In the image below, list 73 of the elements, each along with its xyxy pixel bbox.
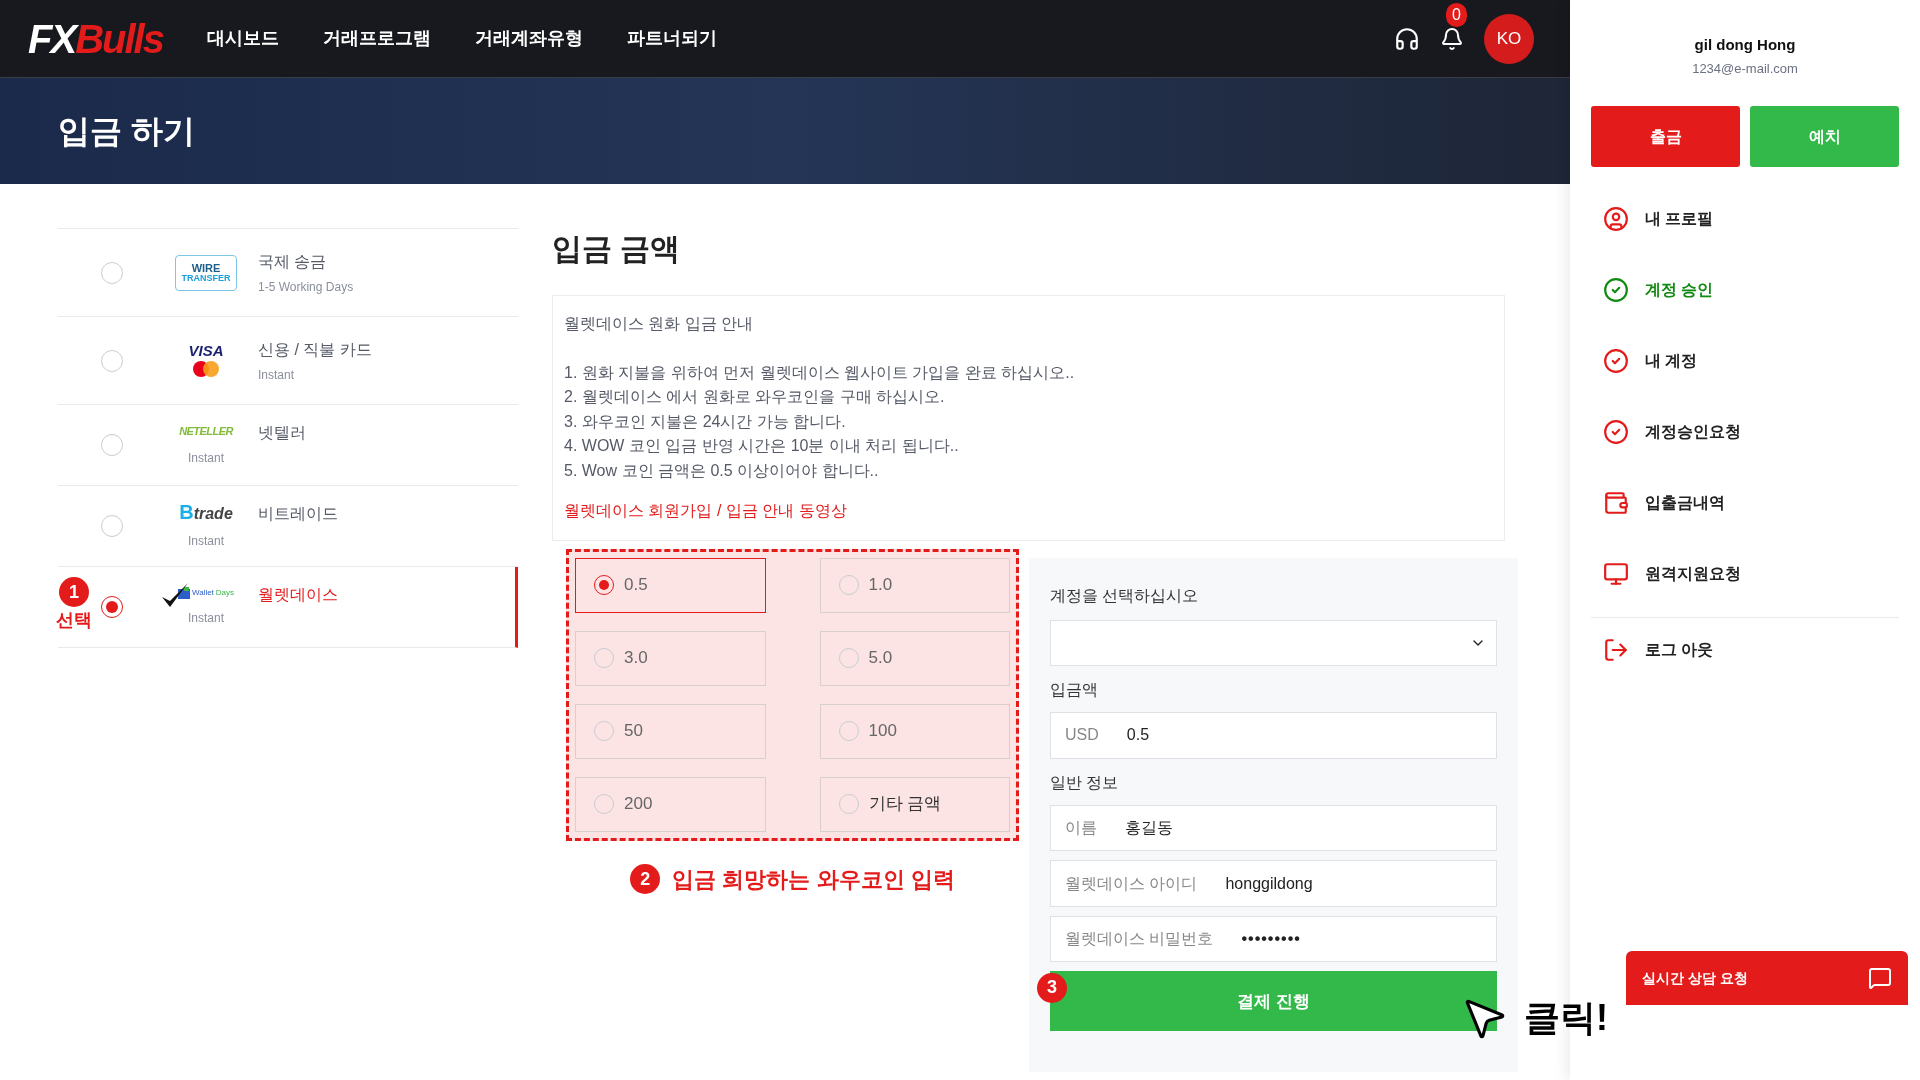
notification-count-badge: 0	[1446, 2, 1467, 27]
method-name: 월렛데이스	[258, 585, 338, 605]
video-guide-link[interactable]: 월렛데이스 회원가입 / 입금 안내 동영상	[564, 499, 1493, 524]
sidebar-menu-item[interactable]: 내 프로필	[1591, 183, 1899, 254]
section-title: 입금 금액	[552, 231, 682, 267]
form-label: 일반 정보	[1050, 772, 1120, 793]
sidebar-menu-item[interactable]: 계정 승인	[1591, 254, 1899, 325]
method-note: 1-5 Working Days	[258, 278, 354, 296]
amount-option[interactable]: 1.0	[819, 557, 1010, 613]
amount-option[interactable]: 200	[575, 776, 766, 832]
neteller-logo: NETELLER	[179, 423, 233, 439]
step-number-badge: 3	[1037, 972, 1067, 1003]
method-note: Instant	[188, 610, 224, 627]
sidebar-menu-item[interactable]: 계정승인요청	[1591, 396, 1899, 467]
check-circle-icon	[1603, 276, 1629, 303]
user-icon	[1603, 205, 1629, 232]
amount-option[interactable]: 0.5	[575, 557, 766, 613]
info-text: 3. 와우코인 지불은 24시간 가능 합니다.	[564, 411, 847, 432]
language-avatar-button[interactable]: KO	[1484, 13, 1534, 64]
logout-link[interactable]: 로그 아웃	[1591, 618, 1899, 682]
account-select[interactable]	[1050, 619, 1497, 667]
nav-link[interactable]: 거래계좌유형	[474, 25, 583, 52]
live-chat-button[interactable]: 실시간 상담 요청	[1626, 951, 1908, 1005]
info-text: 4. WOW 코인 입금 반영 시간은 10분 이내 처리 됩니다..	[564, 436, 960, 456]
headset-icon[interactable]	[1394, 25, 1420, 52]
logo: FXBulls	[28, 18, 163, 59]
form-label: 입금액	[1050, 680, 1099, 701]
method-name: 신용 / 직불 카드	[258, 339, 372, 360]
info-text: 5. Wow 코인 금액은 0.5 이상이어야 합니다..	[564, 460, 880, 481]
click-label: 클릭!	[1524, 995, 1608, 1040]
method-note: Instant	[188, 450, 224, 468]
nav-link[interactable]: 파트너되기	[626, 25, 717, 52]
amount-option[interactable]: 100	[819, 703, 1010, 759]
amount-option[interactable]: 기타 금액	[819, 776, 1010, 832]
method-name: 국제 송금	[258, 251, 328, 272]
nav-link[interactable]: 대시보드	[206, 25, 279, 52]
form-label: 계정을 선택하십시오	[1050, 585, 1200, 606]
user-name: gil dong Hong	[1693, 35, 1797, 55]
info-title: 월렛데이스 원화 입금 안내	[564, 314, 755, 334]
withdraw-button[interactable]: 출금	[1591, 106, 1740, 167]
amount-input-field[interactable]: USD 0.5	[1050, 712, 1497, 759]
btrade-logo: Btrade	[179, 502, 233, 522]
step-number-badge: 1	[59, 577, 89, 607]
text-input-field[interactable]: 이름 홍길동	[1050, 804, 1497, 852]
info-text: 2. 월렛데이스 에서 원화로 와우코인을 구매 하십시오.	[564, 387, 946, 407]
amount-option[interactable]: 5.0	[819, 630, 1010, 686]
step-label: 선택	[56, 609, 92, 632]
method-name: 비트레이드	[258, 504, 338, 524]
step-number-badge: 2	[630, 864, 661, 894]
notification-bell-icon[interactable]	[1440, 26, 1464, 51]
method-note: Instant	[258, 366, 296, 384]
monitor-icon	[1603, 560, 1629, 587]
check-circle-icon	[1603, 418, 1629, 445]
step-label: 입금 희망하는 와우코인 입력	[672, 865, 955, 894]
amount-option[interactable]: 3.0	[575, 630, 766, 686]
page-title: 입금 하기	[58, 112, 195, 151]
wire-transfer-logo: WIRE TRANSFER	[175, 254, 237, 291]
user-email: 1234@e-mail.com	[1691, 59, 1799, 78]
method-note: Instant	[188, 533, 224, 550]
method-name: 넷텔러	[258, 423, 306, 443]
nav-link[interactable]: 거래프로그램	[322, 25, 431, 52]
sidebar-menu-item[interactable]: 내 계정	[1591, 325, 1899, 396]
wallet-icon	[1603, 489, 1629, 516]
amount-option[interactable]: 50	[575, 703, 766, 759]
password-field[interactable]: 월렛데이스 비밀번호 •••••••••	[1050, 915, 1497, 963]
info-text: 1. 원화 지불을 위하여 먼저 월렛데이스 웹사이트 가입을 완료 하십시오..	[564, 362, 1076, 383]
sidebar-menu-item[interactable]: 원격지원요청	[1591, 538, 1899, 609]
visa-mastercard-logo: VISA	[188, 343, 224, 378]
logout-icon	[1603, 637, 1629, 663]
chat-bubble-icon	[1868, 966, 1892, 990]
check-circle-icon	[1603, 347, 1629, 374]
sidebar-menu-item[interactable]: 입출금내역	[1591, 467, 1899, 538]
text-input-field[interactable]: 월렛데이스 아이디 honggildong	[1050, 860, 1497, 907]
